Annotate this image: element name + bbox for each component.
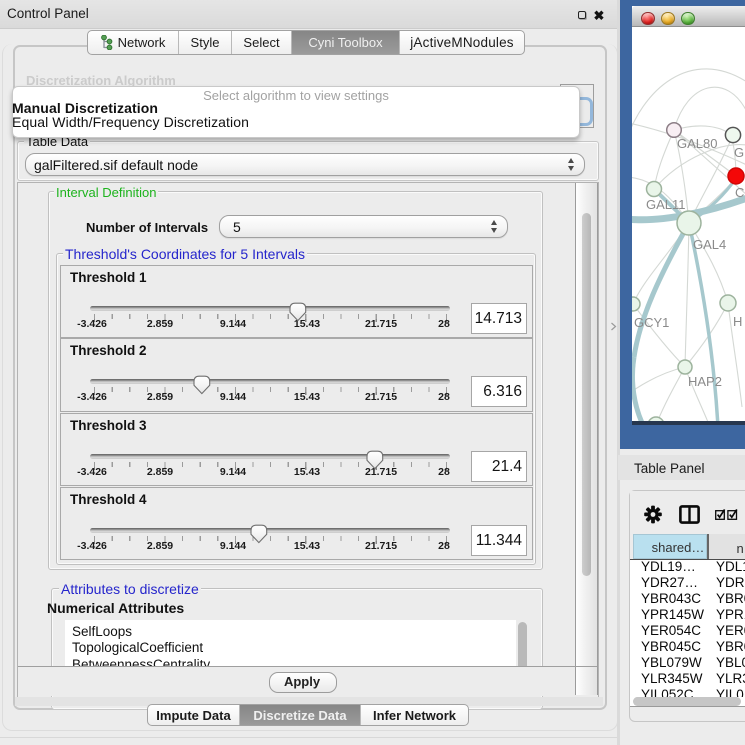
svg-text:GAL11: GAL11	[646, 197, 686, 212]
svg-text:G.: G.	[734, 145, 745, 160]
svg-text:GAL80: GAL80	[677, 136, 717, 151]
svg-text:H: H	[733, 314, 742, 329]
svg-text:GAL4: GAL4	[693, 237, 726, 252]
svg-text:HAP2: HAP2	[688, 374, 722, 389]
svg-text:GCY1: GCY1	[634, 315, 669, 330]
svg-text:C: C	[735, 185, 744, 200]
